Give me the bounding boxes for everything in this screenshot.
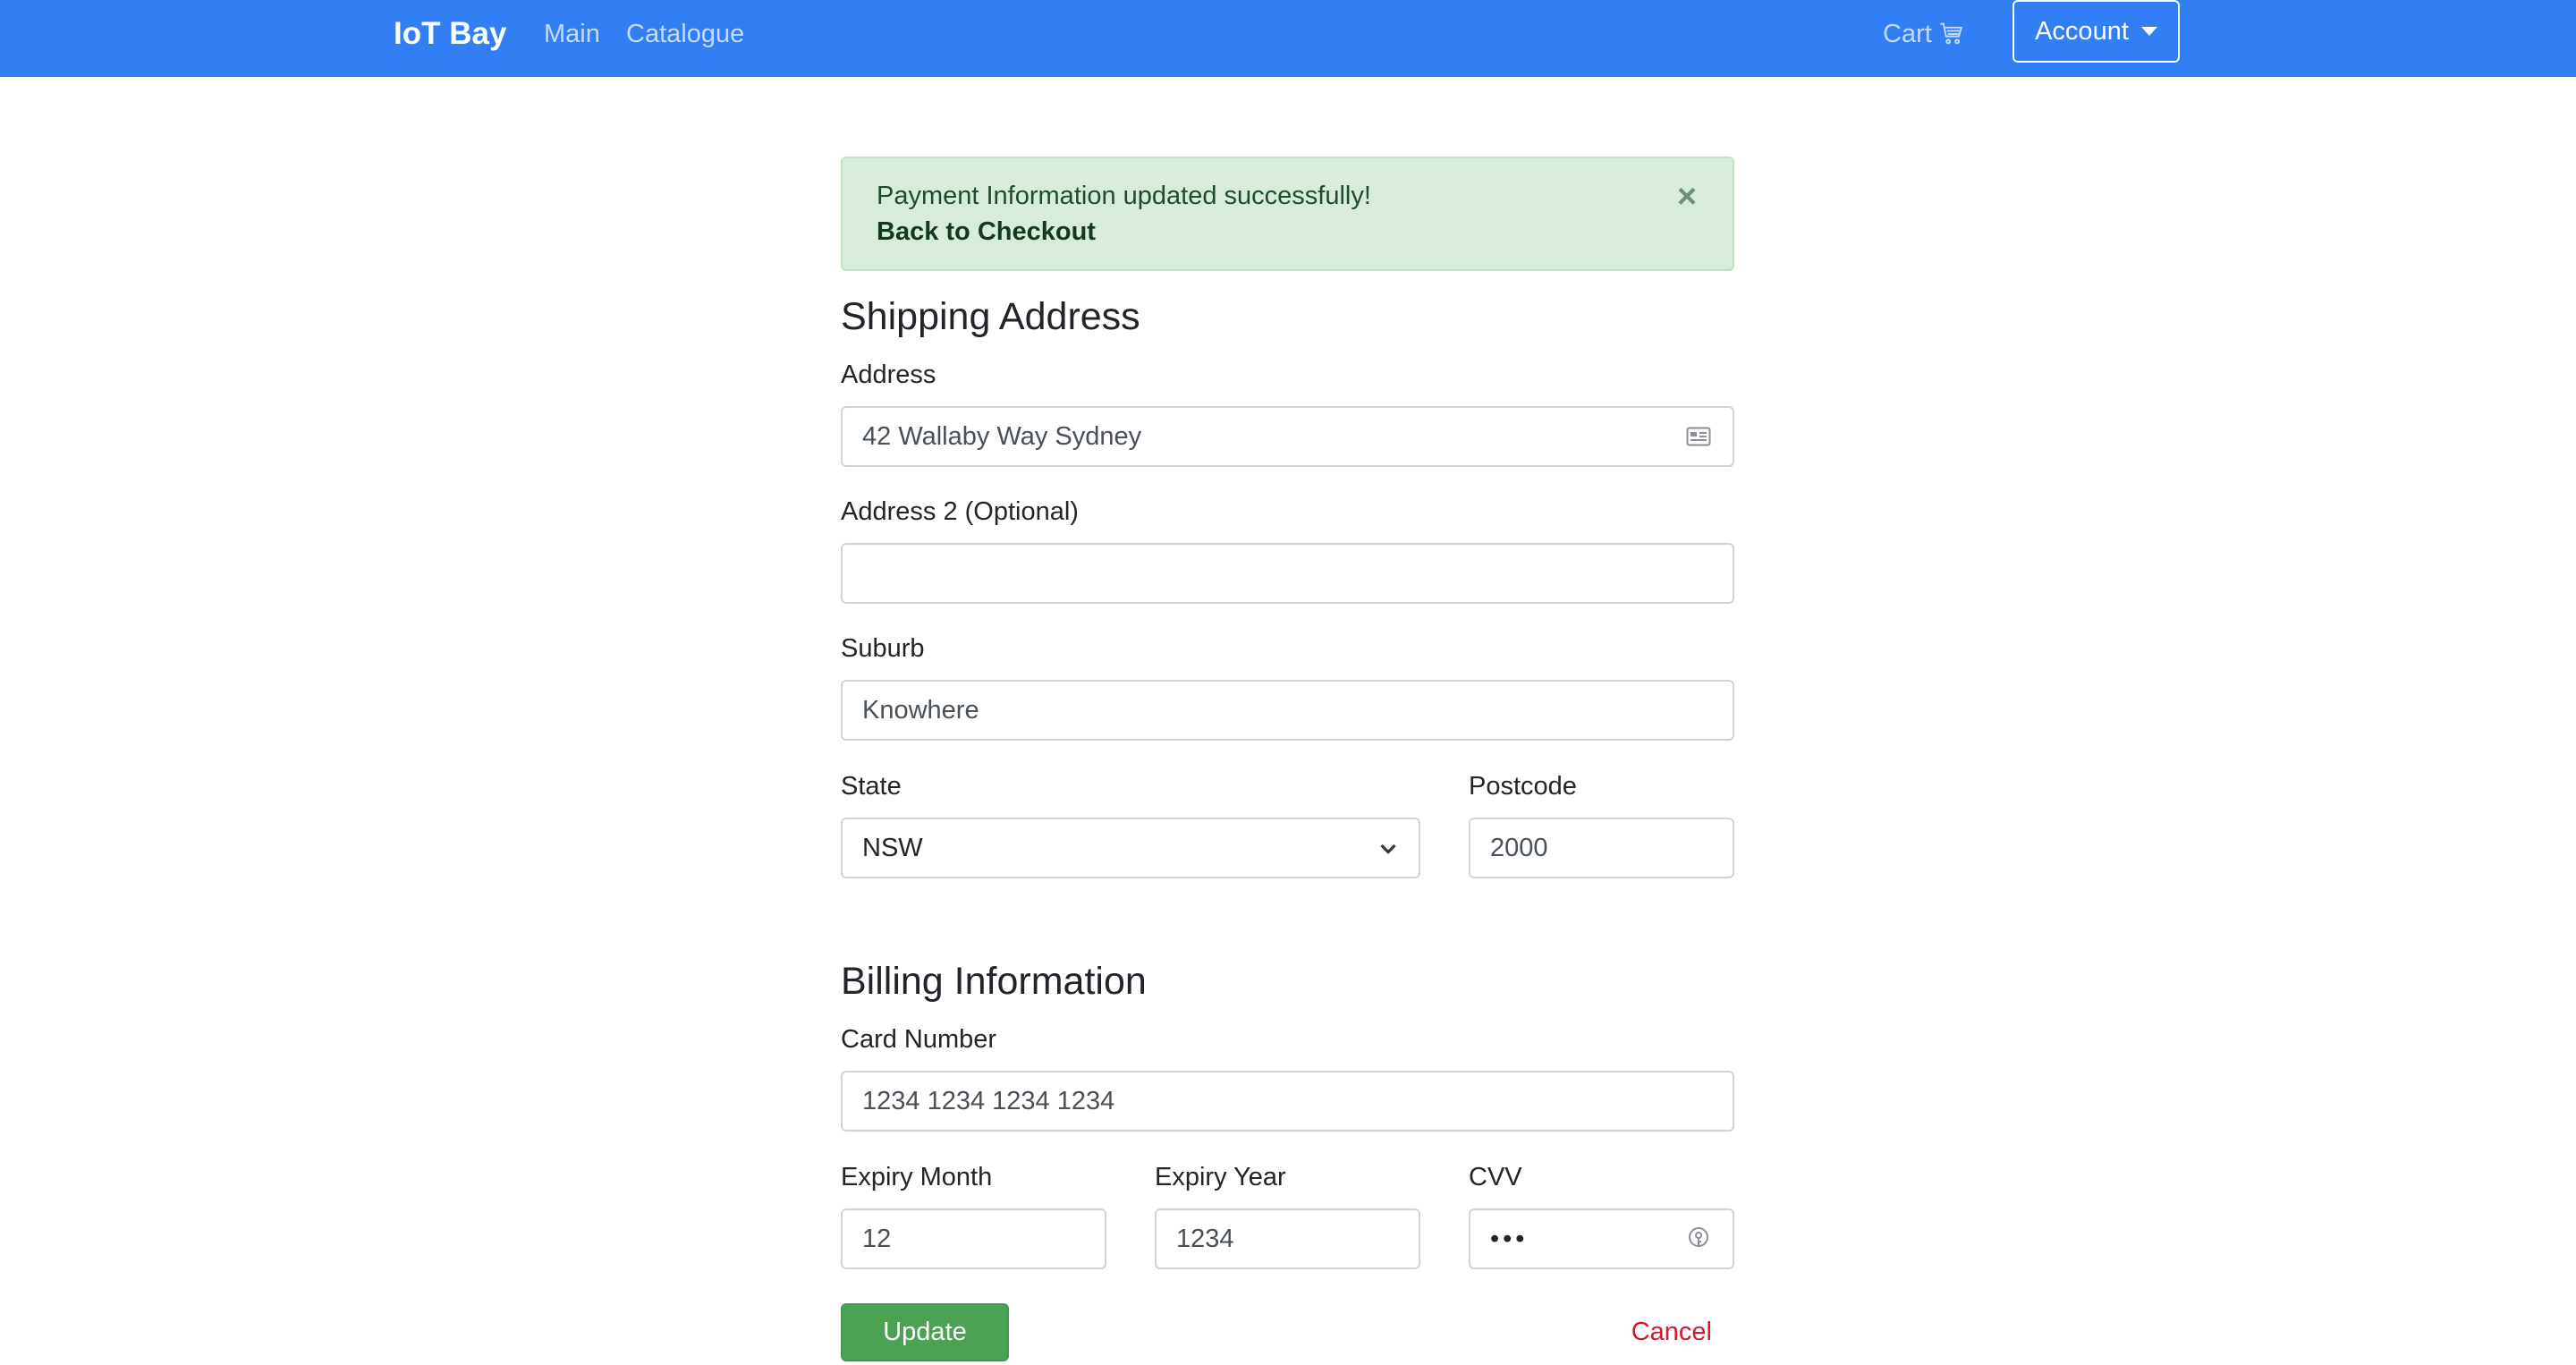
billing-information-heading: Billing Information — [841, 960, 1147, 1003]
success-alert: Payment Information updated successfully… — [841, 157, 1734, 271]
cart-label: Cart — [1883, 20, 1932, 48]
expiry-month-label: Expiry Month — [841, 1163, 993, 1191]
postcode-input[interactable]: 2000 — [1469, 818, 1734, 878]
expiry-year-input[interactable]: 1234 — [1155, 1208, 1420, 1269]
brand-logo[interactable]: IoT Bay — [394, 14, 506, 54]
expiry-month-value: 12 — [862, 1224, 892, 1253]
state-label: State — [841, 772, 902, 801]
key-icon[interactable] — [1684, 1225, 1713, 1253]
back-to-checkout-link[interactable]: Back to Checkout — [877, 216, 1096, 248]
account-dropdown-button[interactable]: Account — [2012, 0, 2180, 63]
address-label: Address — [841, 360, 936, 389]
address2-input[interactable] — [841, 543, 1734, 604]
expiry-year-value: 1234 — [1176, 1224, 1234, 1253]
nav-link-cart[interactable]: Cart — [1883, 14, 1964, 54]
cancel-link[interactable]: Cancel — [1610, 1303, 1735, 1361]
chevron-down-icon — [1380, 844, 1396, 854]
cvv-label: CVV — [1469, 1163, 1522, 1191]
expiry-month-input[interactable]: 12 — [841, 1208, 1106, 1269]
state-select[interactable]: NSW — [841, 818, 1420, 878]
close-icon[interactable]: × — [1672, 180, 1702, 214]
account-label: Account — [2035, 16, 2129, 46]
suburb-input[interactable]: Knowhere — [841, 680, 1734, 741]
postcode-label: Postcode — [1469, 772, 1577, 801]
cart-icon — [1940, 22, 1962, 45]
suburb-label: Suburb — [841, 634, 925, 663]
cvv-input[interactable]: ••• — [1469, 1208, 1734, 1269]
postcode-value: 2000 — [1490, 833, 1548, 862]
card-number-value: 1234 1234 1234 1234 — [862, 1086, 1115, 1115]
alert-message: Payment Information updated successfully… — [877, 182, 1371, 210]
nav-link-catalogue[interactable]: Catalogue — [626, 14, 744, 54]
shipping-address-heading: Shipping Address — [841, 295, 1140, 338]
card-number-input[interactable]: 1234 1234 1234 1234 — [841, 1071, 1734, 1132]
cvv-value: ••• — [1490, 1224, 1529, 1253]
top-navbar: IoT Bay Main Catalogue Cart Account — [0, 0, 2576, 77]
suburb-value: Knowhere — [862, 695, 979, 725]
expiry-year-label: Expiry Year — [1155, 1163, 1286, 1191]
address-value: 42 Wallaby Way Sydney — [862, 421, 1142, 451]
caret-down-icon — [2140, 27, 2157, 36]
address-input[interactable]: 42 Wallaby Way Sydney — [841, 406, 1734, 467]
nav-link-main[interactable]: Main — [544, 14, 600, 54]
address2-label: Address 2 (Optional) — [841, 497, 1079, 526]
update-button[interactable]: Update — [841, 1303, 1009, 1361]
state-value: NSW — [862, 833, 923, 862]
address-card-icon[interactable] — [1684, 422, 1713, 451]
card-number-label: Card Number — [841, 1025, 997, 1054]
